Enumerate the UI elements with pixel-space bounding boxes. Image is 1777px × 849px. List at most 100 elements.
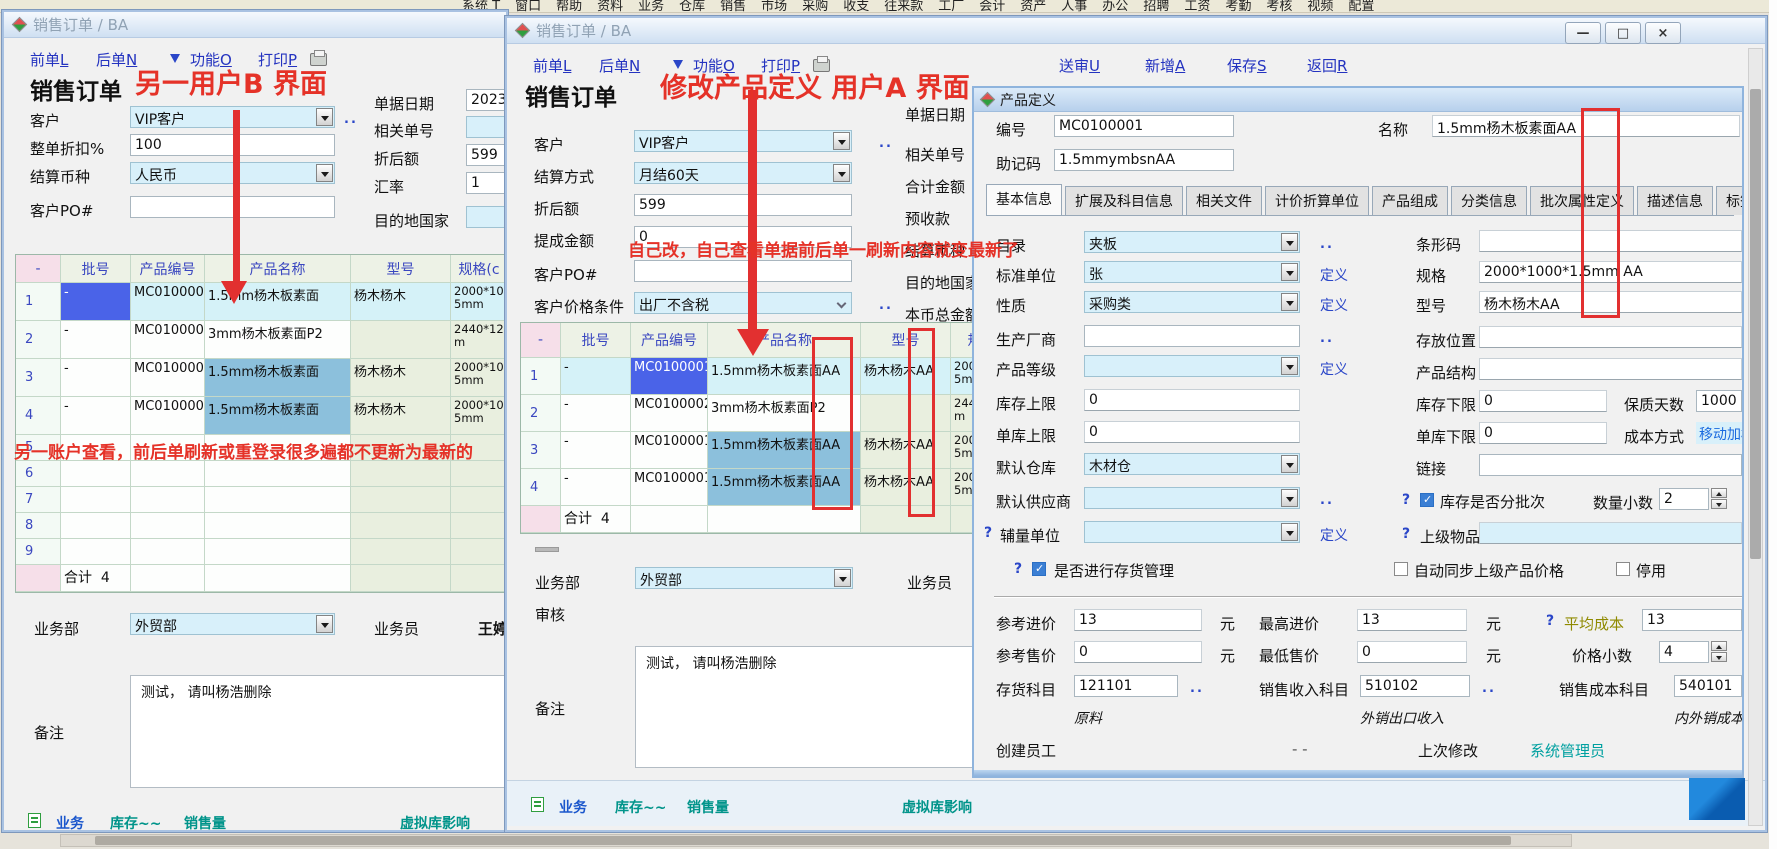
footer-link-sales-volume[interactable]: 销售量 — [687, 797, 729, 817]
dropdown-arrow-icon[interactable] — [1281, 489, 1298, 507]
dropdown-arrow-icon[interactable] — [1281, 523, 1298, 541]
table-cell[interactable] — [131, 461, 205, 487]
dropdown-arrow-icon[interactable] — [1281, 455, 1298, 473]
col-header[interactable]: 产品编号 — [631, 323, 708, 358]
table-cell-name[interactable]: 1.5mm杨木板素面 — [205, 359, 351, 397]
menu-item[interactable]: 窗口 — [515, 0, 541, 13]
table-cell-model[interactable]: 杨木杨木AA — [861, 358, 951, 395]
help-icon[interactable]: ? — [1402, 526, 1410, 542]
menu-item[interactable]: 配置 — [1348, 0, 1374, 13]
tab-basic-info[interactable]: 基本信息 — [986, 184, 1062, 215]
table-cell-spec[interactable]: 2440*122m — [451, 321, 508, 359]
menu-item[interactable]: 考勤 — [1225, 0, 1251, 13]
table-cell[interactable] — [61, 487, 131, 513]
horizontal-scrollbar[interactable] — [60, 834, 1572, 847]
nature-define-link[interactable]: 定义 — [1320, 295, 1348, 315]
customer-po-input[interactable] — [130, 196, 335, 218]
tab-related-files[interactable]: 相关文件 — [1186, 186, 1262, 215]
table-cell-batch[interactable]: - — [61, 359, 131, 397]
table-cell[interactable] — [205, 513, 351, 539]
nature-select[interactable]: 采购类 — [1084, 291, 1300, 313]
menu-item[interactable]: 工厂 — [938, 0, 964, 13]
table-cell-spec[interactable]: 2000*1005mm — [451, 359, 508, 397]
cost-method-value[interactable]: 移动加权 — [1696, 422, 1742, 444]
customer-lookup-button[interactable]: .. — [344, 112, 358, 127]
order-items-table[interactable]: - 批号 产品编号 产品名称 型号 规格 1 - MC0100001 1.5mm… — [520, 322, 1014, 534]
exchange-rate-input[interactable]: 1 — [466, 172, 508, 194]
parent-item-input[interactable] — [1479, 522, 1742, 544]
stock-subject-input[interactable]: 121101 — [1074, 675, 1178, 697]
row-number[interactable]: 6 — [16, 461, 61, 487]
currency-select[interactable]: 人民币 — [130, 162, 335, 184]
table-cell[interactable] — [205, 461, 351, 487]
manufacturer-input[interactable] — [1084, 325, 1300, 347]
row-number[interactable]: 5 — [16, 435, 61, 461]
remark-textarea[interactable]: 测试， 请叫杨浩删除 — [635, 646, 973, 768]
discounted-amount-input[interactable]: 599 — [466, 144, 508, 166]
function-menu-button[interactable]: 功能O — [190, 49, 232, 70]
min-sell-price-input[interactable]: 0 — [1357, 641, 1467, 663]
grade-select[interactable] — [1084, 355, 1300, 377]
customer-select[interactable]: VIP客户 — [634, 130, 852, 152]
close-button[interactable]: × — [1645, 22, 1681, 44]
vertical-scrollbar[interactable] — [1748, 48, 1763, 826]
prev-order-button[interactable]: 前单L — [533, 55, 571, 76]
next-order-button[interactable]: 后单N — [96, 49, 137, 70]
table-cell-code[interactable]: MC0100001 — [131, 283, 205, 321]
table-cell[interactable] — [451, 435, 508, 461]
col-header[interactable]: 产品编号 — [131, 255, 205, 283]
table-cell-code[interactable]: MC0100002 — [631, 395, 708, 432]
table-cell-code[interactable]: MC0100002 — [131, 321, 205, 359]
return-button[interactable]: 返回R — [1307, 55, 1347, 76]
table-cell[interactable] — [351, 487, 451, 513]
col-header[interactable]: - — [521, 323, 561, 358]
footer-link-virtual-stock[interactable]: 虚拟库影响 — [902, 797, 972, 817]
table-cell[interactable] — [61, 513, 131, 539]
table-cell-code[interactable]: MC0100001 — [631, 432, 708, 469]
product-name-input[interactable]: 1.5mm杨木板素面AA — [1432, 115, 1740, 137]
row-number[interactable]: 2 — [521, 395, 561, 432]
table-cell-name[interactable]: 1.5mm杨木板素面AA — [708, 469, 861, 506]
tab-labels[interactable]: 标签 — [1716, 186, 1744, 215]
footer-link-stock[interactable]: 库存~~ — [110, 813, 161, 832]
manufacturer-lookup-button[interactable]: .. — [1320, 331, 1334, 346]
customer-lookup-button[interactable]: .. — [879, 136, 893, 151]
row-number[interactable]: 4 — [16, 397, 61, 435]
footer-link-business[interactable]: 业务 — [559, 797, 587, 817]
storage-location-input[interactable] — [1479, 326, 1742, 348]
function-menu-button[interactable]: 功能O — [693, 55, 735, 76]
row-number[interactable]: 7 — [16, 487, 61, 513]
remark-textarea[interactable]: 测试， 请叫杨浩删除 — [130, 675, 508, 788]
next-order-button[interactable]: 后单N — [599, 55, 640, 76]
ref-sell-price-input[interactable]: 0 — [1074, 641, 1202, 663]
table-cell-batch[interactable]: - — [61, 283, 131, 321]
row-number[interactable]: 1 — [521, 358, 561, 395]
scrollbar-thumb[interactable] — [1750, 89, 1761, 559]
default-warehouse-select[interactable]: 木材仓 — [1084, 453, 1300, 475]
tab-description[interactable]: 描述信息 — [1637, 186, 1713, 215]
row-number[interactable]: 8 — [16, 513, 61, 539]
table-cell[interactable] — [61, 435, 131, 461]
menu-item[interactable]: 往来款 — [884, 0, 923, 13]
menu-item[interactable]: 销售 — [720, 0, 746, 13]
warehouse-upper-input[interactable]: 0 — [1084, 421, 1300, 443]
table-cell[interactable] — [131, 539, 205, 565]
table-cell-batch[interactable]: - — [61, 397, 131, 435]
table-cell-model[interactable]: 杨木杨木AA — [861, 469, 951, 506]
batch-tracking-checkbox[interactable] — [1420, 493, 1434, 507]
order-items-table[interactable]: - 批号 产品编号 产品名称 型号 规格(c 1 - MC0100001 1.5… — [15, 254, 508, 593]
menu-item[interactable]: 资料 — [597, 0, 623, 13]
table-cell-name[interactable]: 3mm杨木板素面P2 — [205, 321, 351, 359]
barcode-input[interactable] — [1479, 230, 1742, 252]
scrollbar-thumb[interactable] — [95, 836, 1511, 845]
customer-po-input[interactable] — [634, 260, 852, 282]
refresh-doc-icon[interactable] — [28, 813, 41, 828]
model-input[interactable]: 杨木杨木AA — [1479, 291, 1742, 313]
footer-link-sales-volume[interactable]: 销售量 — [184, 813, 226, 832]
window-titlebar[interactable]: 销售订单 / BA — [4, 12, 506, 38]
qty-decimal-stepper[interactable] — [1711, 488, 1727, 510]
table-cell-model[interactable]: 杨木杨木AA — [861, 432, 951, 469]
table-cell[interactable] — [451, 487, 508, 513]
price-condition-lookup-button[interactable]: .. — [879, 298, 893, 313]
menu-item[interactable]: 市场 — [761, 0, 787, 13]
